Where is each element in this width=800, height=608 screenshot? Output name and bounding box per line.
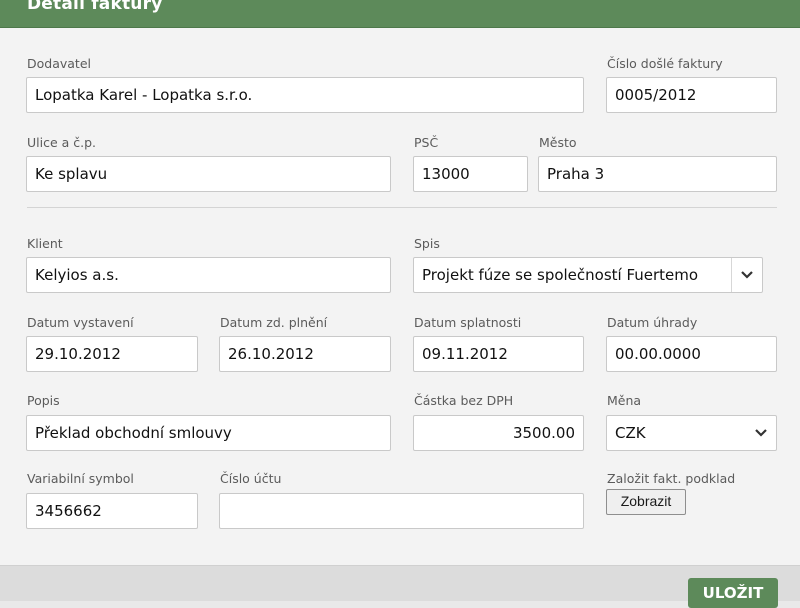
- client-input[interactable]: Kelyios a.s.: [26, 257, 391, 293]
- file-select-value: Projekt fúze se společností Fuertemo: [422, 266, 699, 284]
- supplier-input[interactable]: Lopatka Karel - Lopatka s.r.o.: [26, 77, 584, 113]
- due-date-label: Datum splatnosti: [414, 315, 522, 330]
- payment-date-label: Datum úhrady: [607, 315, 698, 330]
- amount-input[interactable]: 3500.00: [413, 415, 584, 451]
- variable-symbol-input[interactable]: 3456662: [26, 493, 198, 529]
- create-base-label: Založit fakt. podklad: [607, 471, 736, 486]
- invoice-number-label: Číslo došlé faktury: [607, 56, 723, 71]
- dialog-title: Detail faktury: [27, 0, 163, 14]
- due-date-input[interactable]: 09.11.2012: [413, 336, 584, 372]
- account-label: Číslo účtu: [220, 471, 282, 486]
- variable-symbol-label: Variabilní symbol: [27, 471, 134, 486]
- amount-label: Částka bez DPH: [414, 393, 514, 408]
- file-select[interactable]: Projekt fúze se společností Fuertemo: [413, 257, 763, 293]
- supplier-label: Dodavatel: [27, 56, 91, 71]
- description-label: Popis: [27, 393, 60, 408]
- zip-input[interactable]: 13000: [413, 156, 528, 192]
- file-label: Spis: [414, 236, 440, 251]
- show-button[interactable]: Zobrazit: [606, 489, 686, 515]
- currency-label: Měna: [607, 393, 642, 408]
- dialog-footer: [0, 565, 800, 601]
- issue-date-input[interactable]: 29.10.2012: [26, 336, 198, 372]
- invoice-number-input[interactable]: 0005/2012: [606, 77, 777, 113]
- street-input[interactable]: Ke splavu: [26, 156, 391, 192]
- issue-date-label: Datum vystavení: [27, 315, 134, 330]
- account-input[interactable]: [219, 493, 584, 529]
- currency-select[interactable]: CZK: [606, 415, 777, 451]
- save-button[interactable]: ULOŽIT: [688, 578, 778, 608]
- payment-date-input[interactable]: 00.00.0000: [606, 336, 777, 372]
- description-input[interactable]: Překlad obchodní smlouvy: [26, 415, 391, 451]
- dialog-titlebar: Detail faktury: [0, 0, 800, 28]
- chevron-down-icon[interactable]: [746, 416, 776, 450]
- taxable-date-input[interactable]: 26.10.2012: [219, 336, 391, 372]
- client-label: Klient: [27, 236, 63, 251]
- zip-label: PSČ: [414, 135, 439, 150]
- chevron-down-icon[interactable]: [731, 258, 762, 292]
- city-label: Město: [539, 135, 577, 150]
- taxable-date-label: Datum zd. plnění: [220, 315, 328, 330]
- section-divider: [27, 207, 777, 208]
- city-input[interactable]: Praha 3: [538, 156, 777, 192]
- street-label: Ulice a č.p.: [27, 135, 97, 150]
